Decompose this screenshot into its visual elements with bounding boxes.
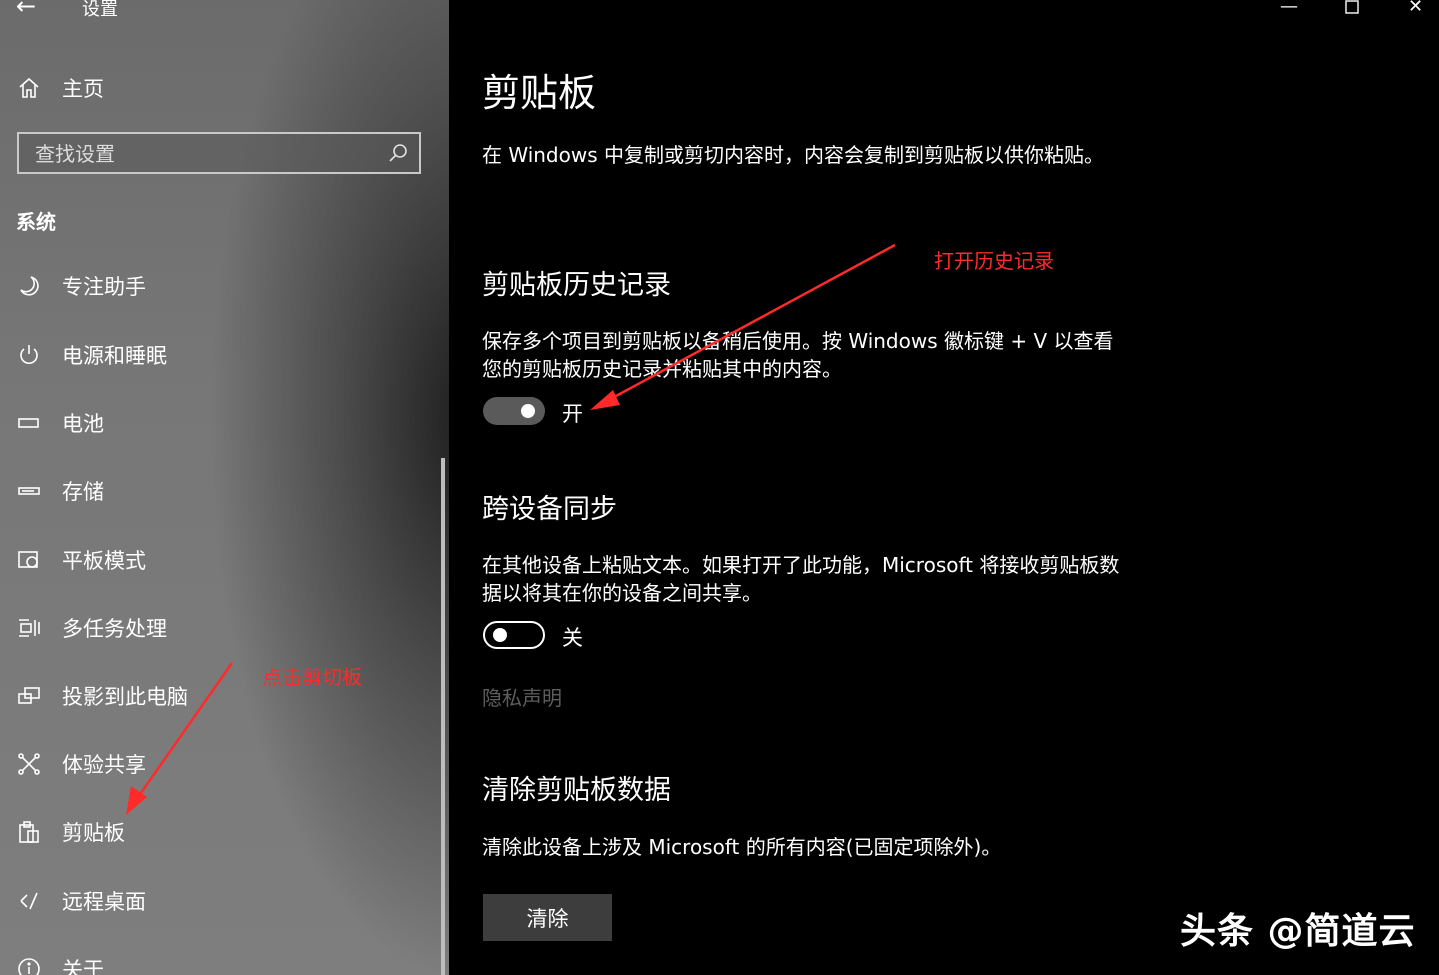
tablet-mode-icon: [16, 548, 42, 572]
sync-description: 在其他设备上粘贴文本。如果打开了此功能，Microsoft 将接收剪贴板数据以将…: [482, 553, 1120, 605]
sidebar-item-label: 远程桌面: [62, 890, 146, 914]
search-box[interactable]: [17, 132, 421, 174]
sidebar-item-about[interactable]: 关于: [16, 952, 104, 975]
sidebar-item-label: 关于: [62, 958, 104, 975]
sidebar-scrollbar[interactable]: [441, 458, 445, 975]
sync-toggle[interactable]: [483, 621, 545, 649]
sidebar-item-focus-assist[interactable]: 专注助手: [16, 269, 146, 303]
clipboard-icon: [16, 820, 42, 844]
sidebar-item-label: 专注助手: [62, 275, 146, 299]
search-input[interactable]: [19, 134, 397, 174]
sidebar-item-clipboard[interactable]: 剪贴板: [16, 815, 125, 849]
sync-heading: 跨设备同步: [482, 494, 617, 525]
toggle-knob: [521, 404, 535, 418]
multitasking-icon: [16, 616, 42, 640]
close-icon[interactable]: ✕: [1408, 0, 1423, 17]
window-controls: — ✕: [1270, 0, 1439, 17]
sidebar-item-label: 投影到此电脑: [62, 685, 188, 709]
sidebar-item-label: 剪贴板: [62, 821, 125, 845]
page-title: 剪贴板: [482, 71, 597, 115]
sidebar-item-project[interactable]: 投影到此电脑: [16, 679, 188, 713]
history-toggle[interactable]: [483, 397, 545, 425]
title-bar: ← 设置: [0, 0, 449, 20]
storage-icon: [16, 479, 42, 503]
sidebar-item-tablet-mode[interactable]: 平板模式: [16, 543, 146, 577]
sidebar-item-label: 电池: [62, 412, 104, 436]
info-icon: [16, 957, 42, 975]
history-description: 保存多个项目到剪贴板以备稍后使用。按 Windows 徽标键 + V 以查看您的…: [482, 329, 1114, 381]
sidebar-item-label: 体验共享: [62, 753, 146, 777]
history-heading: 剪贴板历史记录: [482, 270, 671, 301]
search-icon[interactable]: [387, 142, 409, 168]
battery-icon: [16, 411, 42, 435]
minimize-icon[interactable]: —: [1280, 0, 1298, 17]
sidebar-item-label: 电源和睡眠: [62, 344, 167, 368]
maximize-icon[interactable]: [1344, 0, 1360, 21]
privacy-link[interactable]: 隐私声明: [482, 682, 562, 711]
power-icon: [16, 343, 42, 367]
back-arrow-icon[interactable]: ←: [16, 0, 36, 20]
clear-button[interactable]: 清除: [483, 894, 612, 941]
sidebar: ← 设置 主页 系统 专注助手 电源和睡眠 电池 存储 平板模式 多任务处理: [0, 0, 449, 975]
annotation-open-history: 打开历史记录: [934, 249, 1054, 273]
sidebar-item-home[interactable]: 主页: [16, 72, 104, 104]
home-label: 主页: [62, 77, 104, 101]
moon-icon: [16, 274, 42, 298]
remote-desktop-icon: [16, 889, 42, 913]
home-icon: [16, 76, 42, 100]
intro-text: 在 Windows 中复制或剪切内容时，内容会复制到剪贴板以供你粘贴。: [482, 143, 1104, 167]
shared-experience-icon: [16, 752, 42, 776]
sidebar-item-shared-experience[interactable]: 体验共享: [16, 747, 146, 781]
sidebar-item-multitasking[interactable]: 多任务处理: [16, 611, 167, 645]
sidebar-item-label: 多任务处理: [62, 617, 167, 641]
sidebar-item-power-sleep[interactable]: 电源和睡眠: [16, 338, 167, 372]
sidebar-item-label: 平板模式: [62, 549, 146, 573]
annotation-click-clipboard: 点击剪切板: [262, 665, 362, 689]
watermark: 头条 @简道云: [1180, 911, 1416, 952]
clear-heading: 清除剪贴板数据: [482, 775, 671, 806]
sidebar-item-label: 存储: [62, 480, 104, 504]
clear-description: 清除此设备上涉及 Microsoft 的所有内容(已固定项除外)。: [482, 835, 1002, 859]
sync-toggle-label: 关: [562, 626, 583, 650]
app-title: 设置: [82, 0, 118, 20]
sidebar-item-remote-desktop[interactable]: 远程桌面: [16, 884, 146, 918]
history-toggle-label: 开: [562, 402, 583, 426]
sidebar-item-battery[interactable]: 电池: [16, 406, 104, 440]
sidebar-item-storage[interactable]: 存储: [16, 474, 104, 508]
project-icon: [16, 684, 42, 708]
section-title-system: 系统: [16, 210, 56, 234]
toggle-knob: [493, 628, 507, 642]
